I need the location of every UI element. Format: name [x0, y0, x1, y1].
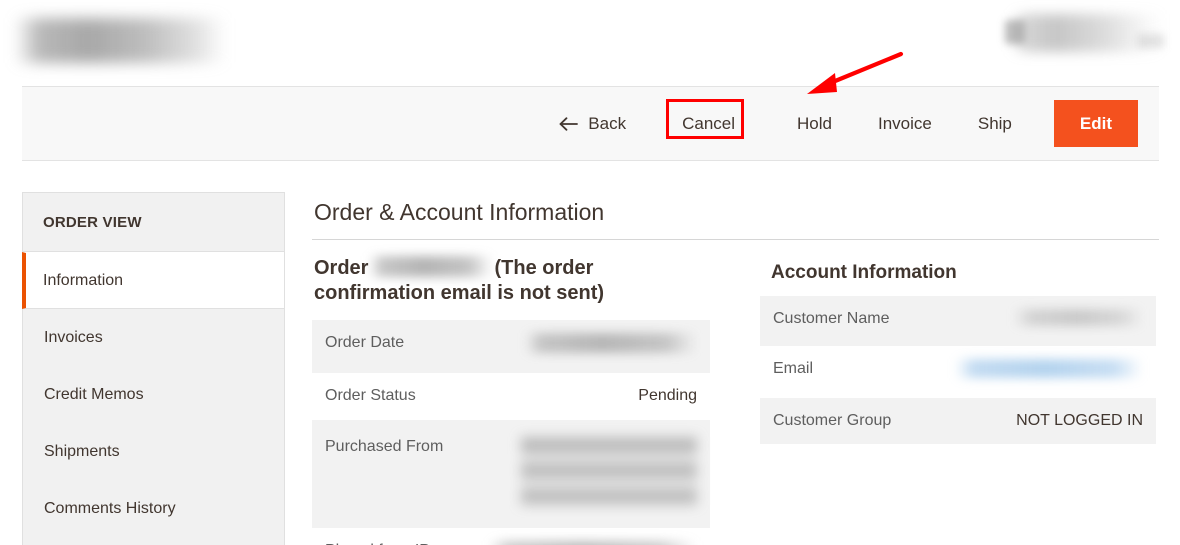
row-label: Order Status: [325, 387, 416, 405]
row-label: Placed from IP: [312, 528, 455, 545]
customer-email-redacted[interactable]: [955, 358, 1143, 378]
table-row: Purchased From: [312, 419, 710, 528]
order-view-sidebar: ORDER VIEW Information Invoices Credit M…: [22, 192, 285, 545]
order-section-heading: Order (The order confirmation email is no…: [314, 256, 710, 306]
hold-button[interactable]: Hold: [797, 115, 832, 132]
account-information-panel: Account Information Customer Name Email: [760, 256, 1156, 545]
row-value: [911, 296, 1156, 346]
sidebar-item-credit-memos[interactable]: Credit Memos: [23, 366, 284, 423]
page-actions-toolbar: Back Cancel Hold Invoice Ship Edit: [22, 86, 1159, 161]
row-label: Customer Name: [773, 310, 890, 328]
order-heading-prefix: Order: [314, 257, 369, 280]
page-title: Order & Account Information: [314, 199, 605, 225]
table-row: Email: [760, 346, 1156, 398]
purchased-from-redacted: [521, 436, 697, 511]
back-button-label: Back: [588, 114, 627, 133]
order-number-redacted: [369, 256, 494, 278]
sidebar-nav: Information Invoices Credit Memos Shipme…: [22, 252, 284, 537]
table-row: Order Status Pending: [312, 373, 710, 420]
order-date-redacted: [525, 333, 697, 354]
table-row: Order Date: [312, 320, 710, 374]
sidebar-item-information[interactable]: Information: [22, 252, 284, 309]
account-information-table: Customer Name Email Customer Group NOT L…: [760, 296, 1156, 445]
ship-button[interactable]: Ship: [978, 115, 1012, 132]
row-label: Customer Group: [773, 411, 892, 429]
row-value: NOT LOGGED IN: [1016, 411, 1143, 429]
sidebar-item-label: Credit Memos: [44, 385, 144, 403]
back-button[interactable]: Back: [559, 115, 626, 132]
sidebar-item-label: Information: [43, 271, 124, 289]
chevron-down-icon[interactable]: [1138, 34, 1164, 48]
order-information-panel: Order (The order confirmation email is no…: [312, 256, 710, 545]
row-value: [455, 420, 710, 528]
row-label: Email: [773, 359, 814, 377]
order-view-page: Back Cancel Hold Invoice Ship Edit ORDER…: [0, 0, 1180, 545]
row-label: Order Date: [325, 334, 405, 352]
edit-button[interactable]: Edit: [1053, 100, 1138, 147]
sidebar-item-label: Comments History: [44, 499, 176, 517]
title-divider: [312, 239, 1159, 241]
sidebar-item-shipments[interactable]: Shipments: [23, 423, 284, 480]
placed-from-ip-redacted: [489, 540, 697, 545]
store-logo-redacted[interactable]: [14, 18, 226, 63]
sidebar-item-invoices[interactable]: Invoices: [23, 309, 284, 366]
cancel-button[interactable]: Cancel: [668, 104, 749, 143]
account-section-heading: Account Information: [771, 262, 957, 284]
main-content: Order & Account Information Order (The or…: [312, 192, 1159, 545]
sidebar-item-label: Invoices: [44, 328, 103, 346]
table-row: Customer Group NOT LOGGED IN: [760, 397, 1156, 445]
table-row: Customer Name: [760, 296, 1156, 346]
sidebar-title: ORDER VIEW: [23, 193, 284, 252]
customer-name-redacted: [1013, 309, 1143, 327]
table-row: Placed from IP: [312, 528, 710, 545]
row-label: Purchased From: [325, 437, 444, 455]
row-value: Pending: [638, 387, 697, 405]
sidebar-item-label: Shipments: [44, 442, 120, 460]
sidebar-item-comments-history[interactable]: Comments History: [23, 480, 284, 537]
row-value: [911, 346, 1156, 398]
invoice-button[interactable]: Invoice: [878, 115, 932, 132]
content-columns: Order (The order confirmation email is no…: [312, 256, 1159, 545]
cancel-button-wrapper: Cancel: [666, 99, 749, 143]
column-spacer: [710, 256, 760, 545]
row-value: [455, 528, 710, 545]
row-value: [455, 320, 710, 373]
admin-header: [0, 0, 1180, 82]
arrow-left-icon: [559, 116, 579, 132]
order-information-table: Order Date Order Status Pending Purchase…: [312, 320, 710, 545]
